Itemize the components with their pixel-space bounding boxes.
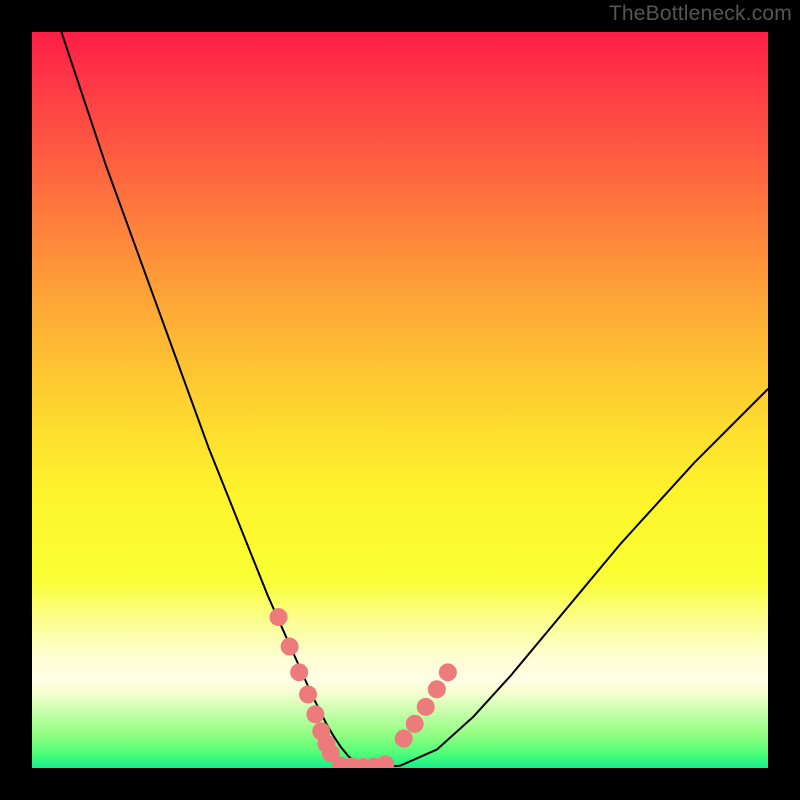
marker-dot	[428, 680, 446, 698]
marker-dot	[439, 663, 457, 681]
curve-layer	[32, 32, 768, 768]
plot-area	[32, 32, 768, 768]
marker-dot	[270, 608, 288, 626]
marker-dot	[299, 685, 317, 703]
marker-dot	[417, 698, 435, 716]
marker-dot	[306, 705, 324, 723]
attribution-text: TheBottleneck.com	[609, 2, 792, 26]
marker-group	[270, 608, 457, 768]
marker-dot	[395, 730, 413, 748]
marker-dot	[376, 755, 394, 768]
marker-dot	[406, 715, 424, 733]
marker-dot	[281, 638, 299, 656]
frame: TheBottleneck.com	[0, 0, 800, 800]
bottleneck-curve	[61, 32, 768, 767]
marker-dot	[290, 663, 308, 681]
